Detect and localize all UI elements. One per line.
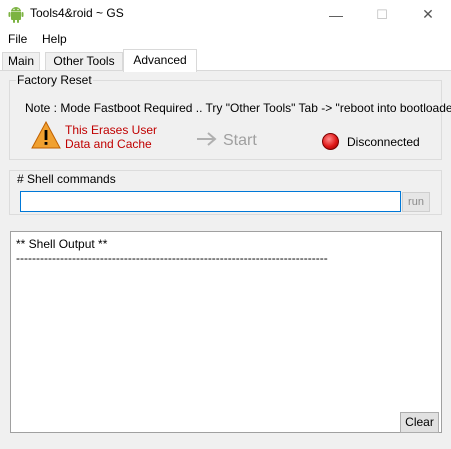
factory-reset-title: Factory Reset — [16, 73, 93, 87]
tab-advanced[interactable]: Advanced — [123, 49, 197, 72]
erase-warning: This Erases User Data and Cache — [65, 123, 157, 151]
menu-bar: File Help — [0, 29, 451, 49]
shell-command-input[interactable] — [20, 191, 401, 212]
tab-main[interactable]: Main — [2, 52, 40, 71]
maximize-button[interactable]: ☐ — [359, 0, 405, 29]
connection-status: Disconnected — [347, 135, 420, 149]
android-icon — [8, 7, 24, 23]
fastboot-note: Note : Mode Fastboot Required .. Try "Ot… — [25, 101, 451, 115]
menu-help[interactable]: Help — [42, 32, 67, 46]
advanced-panel: Factory Reset Note : Mode Fastboot Requi… — [0, 71, 451, 449]
minimize-button[interactable]: — — [313, 0, 359, 29]
clear-button[interactable]: Clear — [400, 412, 439, 433]
close-button[interactable]: ✕ — [405, 0, 451, 29]
status-indicator-icon — [322, 133, 339, 150]
warning-line-1: This Erases User — [65, 123, 158, 137]
maximize-icon: ☐ — [376, 6, 388, 22]
shell-output-box[interactable]: ** Shell Output ** ---------------------… — [10, 231, 442, 433]
warning-line-2: Data and Cache — [65, 137, 152, 151]
shell-commands-title: # Shell commands — [16, 172, 117, 186]
minimize-icon: — — [329, 6, 343, 23]
tab-other-tools[interactable]: Other Tools — [45, 52, 123, 71]
arrow-right-icon — [197, 132, 217, 146]
run-button[interactable]: run — [402, 192, 430, 212]
tab-strip: Main Other Tools Advanced — [0, 49, 451, 72]
title-bar: Tools4&roid ~ GS — ☐ ✕ — [0, 0, 451, 29]
warning-icon — [31, 121, 61, 149]
window-title: Tools4&roid ~ GS — [30, 6, 124, 20]
shell-output-text: ** Shell Output ** ---------------------… — [16, 237, 328, 265]
close-icon: ✕ — [422, 6, 434, 22]
start-button[interactable]: Start — [223, 132, 257, 150]
menu-file[interactable]: File — [8, 32, 27, 46]
